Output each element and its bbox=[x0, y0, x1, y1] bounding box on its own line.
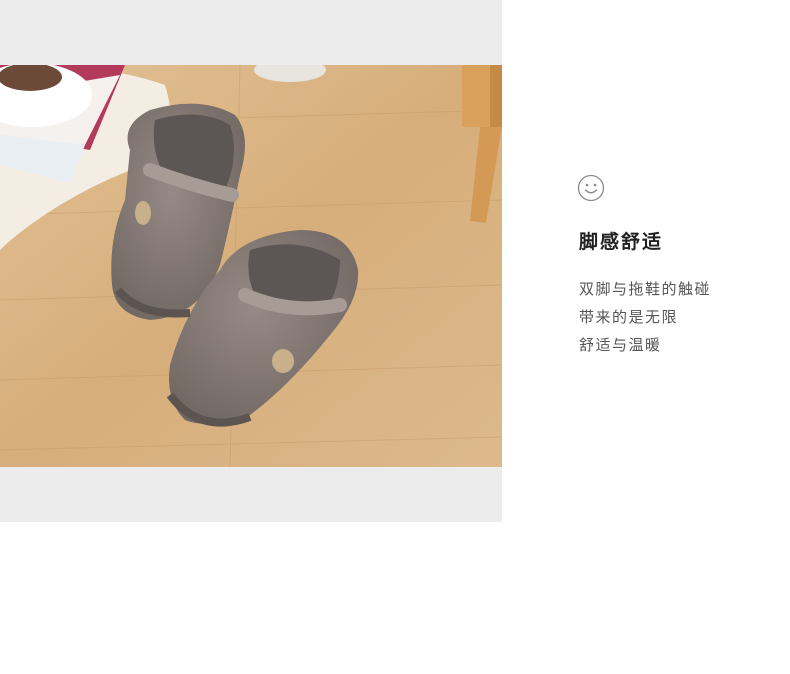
slippers-photo bbox=[0, 65, 502, 467]
smile-face-icon bbox=[577, 174, 605, 202]
feature-line-3: 舒适与温暖 bbox=[579, 336, 662, 354]
feature-description: 双脚与拖鞋的触碰 带来的是无限 舒适与温暖 bbox=[579, 275, 711, 359]
feature-line-2: 带来的是无限 bbox=[579, 308, 679, 326]
feature-line-1: 双脚与拖鞋的触碰 bbox=[579, 280, 712, 298]
product-photo-panel bbox=[0, 0, 502, 522]
feature-title: 脚感舒适 bbox=[579, 231, 664, 253]
